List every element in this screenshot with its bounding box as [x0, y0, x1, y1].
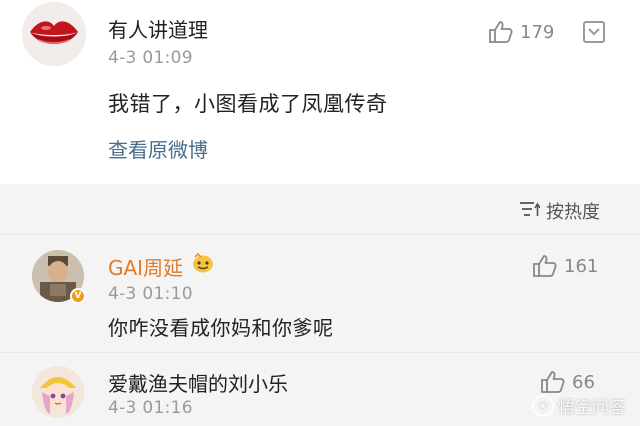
sort-icon: [518, 200, 541, 223]
like-button[interactable]: 66: [540, 370, 595, 394]
watermark-text: 悟空问答: [558, 398, 626, 418]
chevron-down-icon: [588, 28, 600, 36]
comment-text: 我错了，小图看成了凤凰传奇: [108, 92, 388, 116]
top-comment-card: 有人讲道理 4-3 01:09 179 我错了，小图看成了凤凰传奇 查看原微博: [0, 0, 640, 184]
like-count: 66: [572, 371, 595, 393]
view-original-link[interactable]: 查看原微博: [108, 134, 208, 163]
reply-username[interactable]: GAI周延: [108, 252, 183, 281]
thumbs-up-icon: [488, 20, 514, 44]
wukong-logo-icon: ◉: [532, 394, 554, 417]
sort-label: 按热度: [546, 202, 600, 223]
thumbs-up-icon: [540, 370, 566, 394]
reply-text: 你咋没看成你妈和你爹呢: [108, 316, 334, 340]
reply-username[interactable]: 爱戴渔夫帽的刘小乐: [108, 368, 288, 397]
sort-button[interactable]: 按热度: [518, 198, 600, 224]
thumbs-up-icon: [532, 254, 558, 278]
reply-item: V GAI周延 4-3 01:10 你咋没看成你妈和你爹呢 161: [0, 240, 640, 350]
like-button[interactable]: 161: [532, 254, 598, 278]
avatar[interactable]: [22, 2, 86, 66]
divider: [0, 234, 640, 235]
reply-timestamp: 4-3 01:10: [108, 284, 193, 304]
more-options-button[interactable]: [583, 21, 605, 43]
vip-emoji-icon: [192, 252, 214, 273]
reply-section: 按热度 V GAI周延 4-3 01:10 你咋没看成你妈和你爹呢 161 爱戴…: [0, 184, 640, 426]
comment-timestamp: 4-3 01:09: [108, 48, 193, 68]
red-lips-avatar-icon: [22, 2, 86, 66]
reply-timestamp: 4-3 01:16: [108, 398, 193, 418]
verified-badge-icon: V: [70, 288, 86, 304]
watermark: ◉ 悟空问答: [532, 393, 626, 418]
like-button[interactable]: 179: [488, 20, 554, 44]
divider: [0, 352, 640, 353]
avatar[interactable]: [32, 366, 84, 418]
comment-username[interactable]: 有人讲道理: [108, 14, 208, 43]
like-count: 161: [564, 255, 599, 277]
anime-girl-avatar-icon: [32, 366, 84, 418]
like-count: 179: [520, 21, 555, 43]
